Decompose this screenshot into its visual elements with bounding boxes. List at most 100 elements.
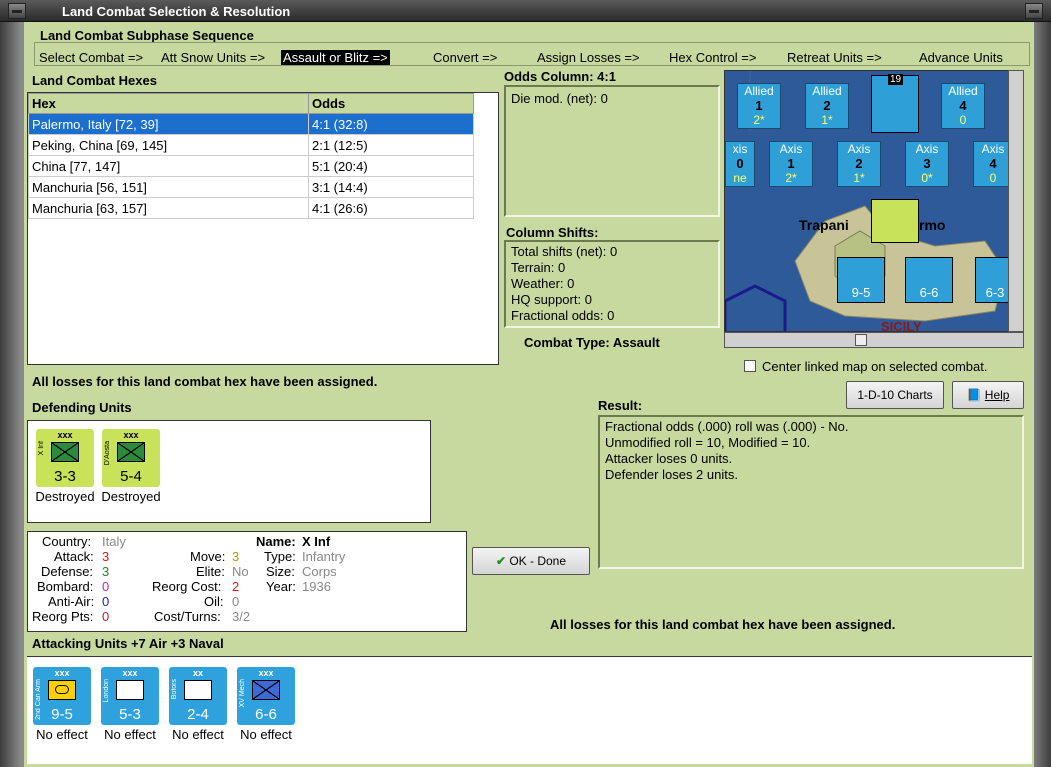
hex-cell: China [77, 147] (28, 155, 309, 177)
map-allied-unit[interactable]: 9-5 (837, 257, 885, 303)
result-panel: Fractional odds (.000) roll was (.000) -… (598, 415, 1024, 569)
place-sicily: SICILY (881, 319, 922, 332)
ok-done-button[interactable]: ✔ OK - Done (472, 547, 590, 575)
place-trapani: Trapani (799, 217, 849, 233)
armor-icon (48, 680, 76, 700)
map-scroll-thumb[interactable] (855, 334, 867, 346)
map-air-unit-stack[interactable]: 19 (871, 74, 919, 133)
column-shifts-heading: Column Shifts: (506, 225, 599, 240)
phase-step-retreat[interactable]: Retreat Units => (787, 50, 882, 65)
combat-type: Combat Type: Assault (524, 335, 660, 350)
odds-cell: 3:1 (14:4) (308, 176, 474, 198)
axis-box-3[interactable]: Axis 3 0* (905, 141, 949, 187)
odds-column-heading: Odds Column: 4:1 (504, 69, 616, 84)
axis-box-4[interactable]: Axis 4 0 (973, 141, 1013, 187)
unit-status: No effect (172, 727, 224, 742)
artillery-icon (184, 680, 212, 700)
main-panel: Land Combat Subphase Sequence Select Com… (24, 22, 1034, 767)
phase-step-att-snow[interactable]: Att Snow Units => (161, 50, 265, 65)
detail-key: Reorg Pts: (32, 609, 94, 624)
allied-box-2[interactable]: Allied 2 1* (805, 83, 849, 129)
attacking-unit[interactable]: xxx London 5-3 (101, 667, 159, 725)
odds-column-panel: Die mod. (net): 0 (504, 85, 720, 217)
unit-status: Destroyed (35, 489, 95, 504)
title-bar: Land Combat Selection & Resolution (0, 0, 1051, 22)
defending-unit[interactable]: xxx X Inf 3-3 (36, 429, 94, 487)
hexes-table: Hex Odds Palermo, Italy [72, 39] 4:1 (32:… (27, 92, 499, 365)
allied-box-1[interactable]: Allied 1 2* (737, 83, 781, 129)
charts-button[interactable]: 1-D-10 Charts (846, 381, 944, 409)
detail-key: Bombard: (37, 579, 94, 594)
ok-label: OK - Done (509, 554, 567, 568)
axis-box-1[interactable]: Axis 1 2* (769, 141, 813, 187)
book-icon: 📘 (966, 388, 982, 402)
phase-step-advance[interactable]: Advance Units (919, 50, 1003, 65)
table-row[interactable]: Peking, China [69, 145] 2:1 (12:5) (28, 134, 474, 156)
unit-status: No effect (240, 727, 292, 742)
axis-box-2[interactable]: Axis 2 1* (837, 141, 881, 187)
attacking-unit[interactable]: xxx 2nd Can Arm 9-5 (33, 667, 91, 725)
close-button[interactable] (1025, 3, 1043, 19)
map-vertical-scrollbar[interactable] (1008, 70, 1024, 332)
infantry-icon (117, 442, 145, 462)
detail-key: Year: (266, 579, 296, 594)
detail-value: 3 (102, 564, 110, 579)
phase-step-select-combat[interactable]: Select Combat => (39, 50, 143, 65)
linked-map[interactable]: Allied 1 2* Allied 2 1* Allied 4 0 19 xis 0 ne A… (724, 70, 1014, 332)
phase-step-assign-losses[interactable]: Assign Losses => (537, 50, 640, 65)
table-row[interactable]: Manchuria [63, 157] 4:1 (26:6) (28, 197, 474, 219)
minimize-button[interactable] (8, 3, 26, 19)
detail-key: Country: (42, 534, 92, 549)
attacking-unit[interactable]: xxx XV Mech 6-6 (237, 667, 295, 725)
col-hex-header[interactable]: Hex (28, 93, 309, 114)
losses-status-top: All losses for this land combat hex have… (32, 374, 378, 389)
hex-cell: Manchuria [63, 157] (28, 197, 309, 219)
help-button[interactable]: 📘 Help (952, 381, 1024, 409)
place-palermo: rmo (919, 217, 946, 233)
center-map-checkbox[interactable] (744, 360, 756, 372)
axis-box-0[interactable]: xis 0 ne (725, 141, 755, 187)
odds-cell: 4:1 (26:6) (308, 197, 474, 219)
shift-line: HQ support: 0 (511, 292, 592, 307)
result-line: Attacker loses 0 units. (605, 451, 733, 466)
attacking-unit[interactable]: xx Bofors 2-4 (169, 667, 227, 725)
detail-value: Italy (102, 534, 126, 549)
losses-status-bottom: All losses for this land combat hex have… (550, 617, 896, 632)
hex-cell: Manchuria [56, 151] (28, 176, 309, 198)
unit-details-panel: Country: Italy Attack: 3 Defense: 3 Bombard… (27, 531, 467, 632)
defending-heading: Defending Units (32, 400, 132, 415)
map-allied-unit[interactable]: 6-6 (905, 257, 953, 303)
defending-unit[interactable]: xxx D'Aosta 5-4 (102, 429, 160, 487)
detail-key: Oil: (204, 594, 224, 609)
unit-status: No effect (36, 727, 88, 742)
unit-status: No effect (104, 727, 156, 742)
phase-step-hex-control[interactable]: Hex Control => (669, 50, 756, 65)
detail-key: Defense: (41, 564, 94, 579)
result-line: Fractional odds (.000) roll was (.000) -… (605, 419, 849, 434)
detail-key: Type: (264, 549, 296, 564)
table-row[interactable]: Manchuria [56, 151] 3:1 (14:4) (28, 176, 474, 198)
col-odds-header[interactable]: Odds (308, 93, 474, 114)
detail-key: Elite: (196, 564, 225, 579)
checkmark-icon: ✔ (495, 554, 506, 568)
mech-infantry-icon (252, 680, 280, 700)
odds-cell: 2:1 (12:5) (308, 134, 474, 156)
allied-box-4[interactable]: Allied 4 0 (941, 83, 985, 129)
unit-status: Destroyed (101, 489, 161, 504)
detail-key: Anti-Air: (48, 594, 95, 609)
table-row[interactable]: Palermo, Italy [72, 39] 4:1 (32:8) (28, 113, 474, 135)
shift-line: Total shifts (net): 0 (511, 244, 618, 259)
detail-value: 2 (232, 579, 240, 594)
detail-value: No (232, 564, 249, 579)
result-heading: Result: (598, 398, 643, 413)
map-horizontal-scrollbar[interactable] (724, 332, 1024, 348)
table-row[interactable]: China [77, 147] 5:1 (20:4) (28, 155, 474, 177)
phase-step-assault-blitz[interactable]: Assault or Blitz => (281, 50, 390, 65)
hex-cell: Peking, China [69, 145] (28, 134, 309, 156)
map-axis-unit[interactable] (871, 199, 919, 243)
phase-step-convert[interactable]: Convert => (433, 50, 497, 65)
odds-cell: 4:1 (32:8) (308, 113, 474, 135)
help-label: Help (984, 388, 1010, 402)
detail-value: 3 (232, 549, 240, 564)
detail-value: 3/2 (232, 609, 251, 624)
